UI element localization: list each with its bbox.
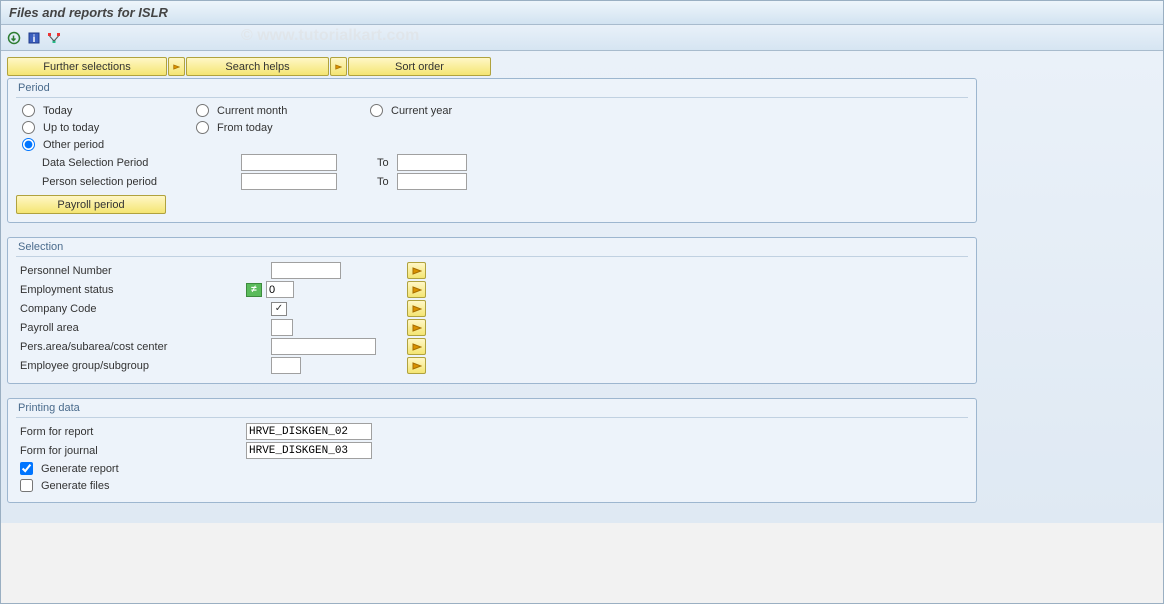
title-bar: Files and reports for ISLR [1,1,1163,25]
selection-group: Selection Personnel Number Employment st… [7,237,977,384]
personnel-number-label: Personnel Number [16,265,271,277]
radio-other-period-input[interactable] [22,138,35,151]
personnel-number-range-button[interactable] [407,262,426,279]
company-code-check-icon[interactable]: ✓ [271,302,287,316]
content-area: Further selections Search helps Sort ord… [1,51,1163,523]
info-icon[interactable]: i [27,31,41,45]
to-label-2: To [337,176,397,188]
generate-files-label: Generate files [41,480,109,492]
payroll-area-range-button[interactable] [407,319,426,336]
company-code-range-button[interactable] [407,300,426,317]
radio-current-month-input[interactable] [196,104,209,117]
radio-from-today[interactable]: From today [196,121,366,134]
emp-group-range-button[interactable] [407,357,426,374]
emp-group-input[interactable] [271,357,301,374]
search-helps-button[interactable]: Search helps [186,57,329,76]
payroll-area-label: Payroll area [16,322,271,334]
form-report-label: Form for report [16,426,246,438]
person-selection-to-input[interactable] [397,173,467,190]
period-legend: Period [16,82,968,94]
radio-today[interactable]: Today [22,104,192,117]
form-journal-label: Form for journal [16,445,246,457]
org-structure-icon[interactable] [47,31,61,45]
not-equal-icon[interactable]: ≠ [246,283,262,297]
data-selection-from-input[interactable] [241,154,337,171]
data-selection-label: Data Selection Period [16,157,241,169]
radio-other-period[interactable]: Other period [22,138,192,151]
radio-up-to-today[interactable]: Up to today [22,121,192,134]
company-code-label: Company Code [16,303,271,315]
radio-from-today-input[interactable] [196,121,209,134]
form-report-input[interactable] [246,423,372,440]
employment-status-input[interactable] [266,281,294,298]
pers-area-range-button[interactable] [407,338,426,355]
pers-area-label: Pers.area/subarea/cost center [16,341,271,353]
period-group: Period Today Current month Current year [7,78,977,223]
radio-today-input[interactable] [22,104,35,117]
generate-files-checkbox[interactable] [20,479,33,492]
filter-button-row: Further selections Search helps Sort ord… [7,57,1157,76]
selection-legend: Selection [16,241,968,253]
pers-area-input[interactable] [271,338,376,355]
svg-text:i: i [33,34,36,45]
employment-status-range-button[interactable] [407,281,426,298]
execute-icon[interactable] [7,31,21,45]
sort-order-arrow-button[interactable] [330,57,347,76]
watermark: © www.tutorialkart.com [241,27,419,45]
page-title: Files and reports for ISLR [9,5,168,20]
radio-current-year[interactable]: Current year [370,104,540,117]
form-journal-input[interactable] [246,442,372,459]
payroll-area-input[interactable] [271,319,293,336]
employment-status-label: Employment status [16,284,246,296]
payroll-period-button[interactable]: Payroll period [16,195,166,214]
radio-current-month[interactable]: Current month [196,104,366,117]
sort-order-button[interactable]: Sort order [348,57,491,76]
emp-group-label: Employee group/subgroup [16,360,271,372]
further-selections-button[interactable]: Further selections [7,57,167,76]
printing-group: Printing data Form for report Form for j… [7,398,977,503]
to-label-1: To [337,157,397,169]
printing-legend: Printing data [16,402,968,414]
radio-current-year-input[interactable] [370,104,383,117]
generate-report-label: Generate report [41,463,119,475]
personnel-number-input[interactable] [271,262,341,279]
toolbar: i © www.tutorialkart.com [1,25,1163,51]
person-selection-label: Person selection period [16,176,241,188]
app-window: Files and reports for ISLR i © www.tutor… [0,0,1164,604]
search-helps-arrow-button[interactable] [168,57,185,76]
person-selection-from-input[interactable] [241,173,337,190]
radio-up-to-today-input[interactable] [22,121,35,134]
data-selection-to-input[interactable] [397,154,467,171]
generate-report-checkbox[interactable] [20,462,33,475]
